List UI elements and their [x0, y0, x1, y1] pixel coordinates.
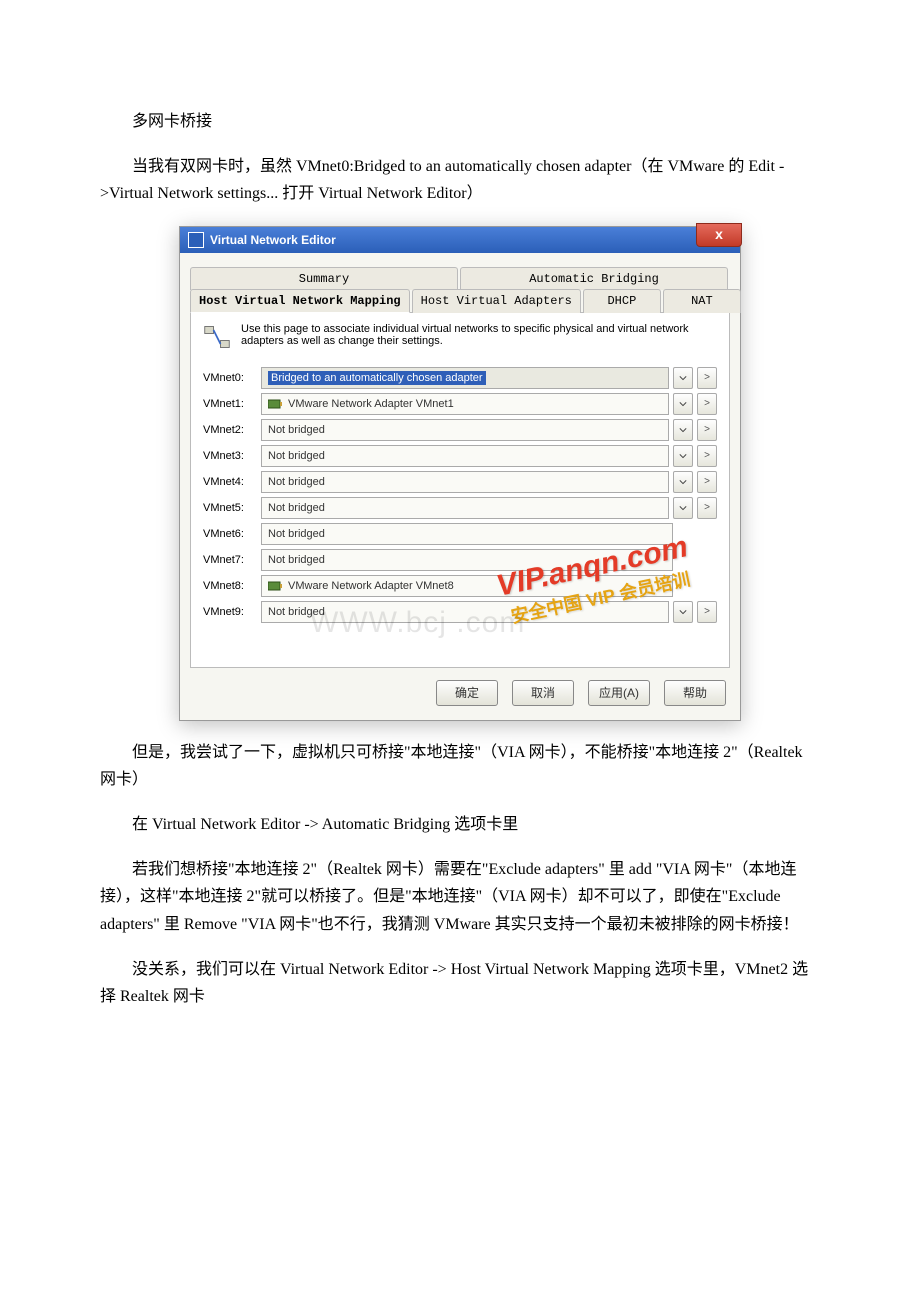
tab-summary[interactable]: Summary [190, 267, 458, 290]
vmnet-label: VMnet5: [203, 502, 261, 514]
title-bar: Virtual Network Editor [180, 227, 740, 253]
ok-button[interactable]: 确定 [436, 680, 498, 706]
paragraph-3: 在 Virtual Network Editor -> Automatic Br… [100, 811, 820, 838]
vmnet-dropdown[interactable]: Bridged to an automatically chosen adapt… [261, 367, 669, 389]
vmnet-value: Not bridged [268, 476, 325, 488]
chevron-down-icon[interactable] [673, 601, 693, 623]
chevron-down-icon[interactable] [673, 497, 693, 519]
vmnet-row-1: VMnet1: VMware Network Adapter VMnet1 > [203, 393, 717, 415]
paragraph-5: 没关系，我们可以在 Virtual Network Editor -> Host… [100, 956, 820, 1010]
more-button[interactable]: > [697, 445, 717, 467]
vmnet-value: VMware Network Adapter VMnet1 [288, 398, 454, 410]
paragraph-4: 若我们想桥接"本地连接 2"（Realtek 网卡）需要在"Exclude ad… [100, 856, 820, 938]
vmnet-label: VMnet4: [203, 476, 261, 488]
heading: 多网卡桥接 [100, 108, 820, 135]
vmnet-label: VMnet9: [203, 606, 261, 618]
vmnet-dropdown[interactable]: Not bridged [261, 445, 669, 467]
vmnet-dropdown[interactable]: Not bridged [261, 471, 669, 493]
vmnet-row-6: VMnet6: Not bridged [203, 523, 717, 545]
paragraph-1: 当我有双网卡时，虽然 VMnet0:Bridged to an automati… [100, 153, 820, 207]
title-text: Virtual Network Editor [210, 233, 336, 247]
vmnet-label: VMnet2: [203, 424, 261, 436]
vmnet-label: VMnet1: [203, 398, 261, 410]
cancel-button[interactable]: 取消 [512, 680, 574, 706]
vnet-editor-dialog: Virtual Network Editor x Summary Automat… [179, 226, 741, 721]
tab-host-adapters[interactable]: Host Virtual Adapters [412, 289, 581, 313]
chevron-down-icon[interactable] [673, 419, 693, 441]
vmnet-value: Not bridged [268, 606, 325, 618]
network-icon [203, 323, 231, 351]
vmnet-value: Not bridged [268, 528, 325, 540]
vmnet-dropdown[interactable]: Not bridged [261, 523, 673, 545]
vmnet-value: Not bridged [268, 502, 325, 514]
vmnet-label: VMnet0: [203, 372, 261, 384]
vmnet-row-9: VMnet9: Not bridged > [203, 601, 717, 623]
tab-row-bottom: Host Virtual Network Mapping Host Virtua… [190, 289, 730, 313]
nic-icon [268, 398, 282, 410]
vmnet-dropdown[interactable]: VMware Network Adapter VMnet8 [261, 575, 673, 597]
panel-description: Use this page to associate individual vi… [241, 323, 717, 347]
more-button[interactable]: > [697, 601, 717, 623]
chevron-down-icon[interactable] [673, 445, 693, 467]
app-icon [188, 232, 204, 248]
tab-host-mapping[interactable]: Host Virtual Network Mapping [190, 289, 410, 313]
button-row: 确定 取消 应用(A) 帮助 [180, 672, 740, 720]
paragraph-2: 但是，我尝试了一下，虚拟机只可桥接"本地连接"（VIA 网卡），不能桥接"本地连… [100, 739, 820, 793]
chevron-down-icon[interactable] [673, 471, 693, 493]
vmnet-value: Not bridged [268, 554, 325, 566]
more-button[interactable]: > [697, 497, 717, 519]
tab-auto-bridging[interactable]: Automatic Bridging [460, 267, 728, 290]
chevron-down-icon[interactable] [673, 367, 693, 389]
vmnet-row-7: VMnet7: Not bridged [203, 549, 717, 571]
more-button[interactable]: > [697, 393, 717, 415]
vmnet-row-4: VMnet4: Not bridged > [203, 471, 717, 493]
more-button[interactable]: > [697, 419, 717, 441]
vmnet-dropdown[interactable]: VMware Network Adapter VMnet1 [261, 393, 669, 415]
tab-dhcp[interactable]: DHCP [583, 289, 661, 313]
vmnet-value: Not bridged [268, 424, 325, 436]
vmnet-value: Bridged to an automatically chosen adapt… [268, 371, 486, 385]
close-button[interactable]: x [696, 223, 742, 247]
tab-row-top: Summary Automatic Bridging [190, 267, 730, 289]
vmnet-value: VMware Network Adapter VMnet8 [288, 580, 454, 592]
vmnet-label: VMnet8: [203, 580, 261, 592]
chevron-down-icon[interactable] [673, 393, 693, 415]
help-button[interactable]: 帮助 [664, 680, 726, 706]
tab-nat[interactable]: NAT [663, 289, 741, 313]
apply-button[interactable]: 应用(A) [588, 680, 650, 706]
panel: Use this page to associate individual vi… [190, 313, 730, 668]
vmnet-row-0: VMnet0: Bridged to an automatically chose… [203, 367, 717, 389]
vmnet-row-3: VMnet3: Not bridged > [203, 445, 717, 467]
vmnet-dropdown[interactable]: Not bridged [261, 419, 669, 441]
vmnet-label: VMnet6: [203, 528, 261, 540]
vmnet-dropdown[interactable]: Not bridged [261, 497, 669, 519]
vmnet-label: VMnet3: [203, 450, 261, 462]
more-button[interactable]: > [697, 367, 717, 389]
vmnet-dropdown[interactable]: Not bridged [261, 549, 673, 571]
vmnet-row-8: VMnet8: VMware Network Adapter VMnet8 [203, 575, 717, 597]
vmnet-value: Not bridged [268, 450, 325, 462]
more-button[interactable]: > [697, 471, 717, 493]
nic-icon [268, 580, 282, 592]
vmnet-label: VMnet7: [203, 554, 261, 566]
vmnet-dropdown[interactable]: Not bridged [261, 601, 669, 623]
vmnet-row-5: VMnet5: Not bridged > [203, 497, 717, 519]
vmnet-row-2: VMnet2: Not bridged > [203, 419, 717, 441]
